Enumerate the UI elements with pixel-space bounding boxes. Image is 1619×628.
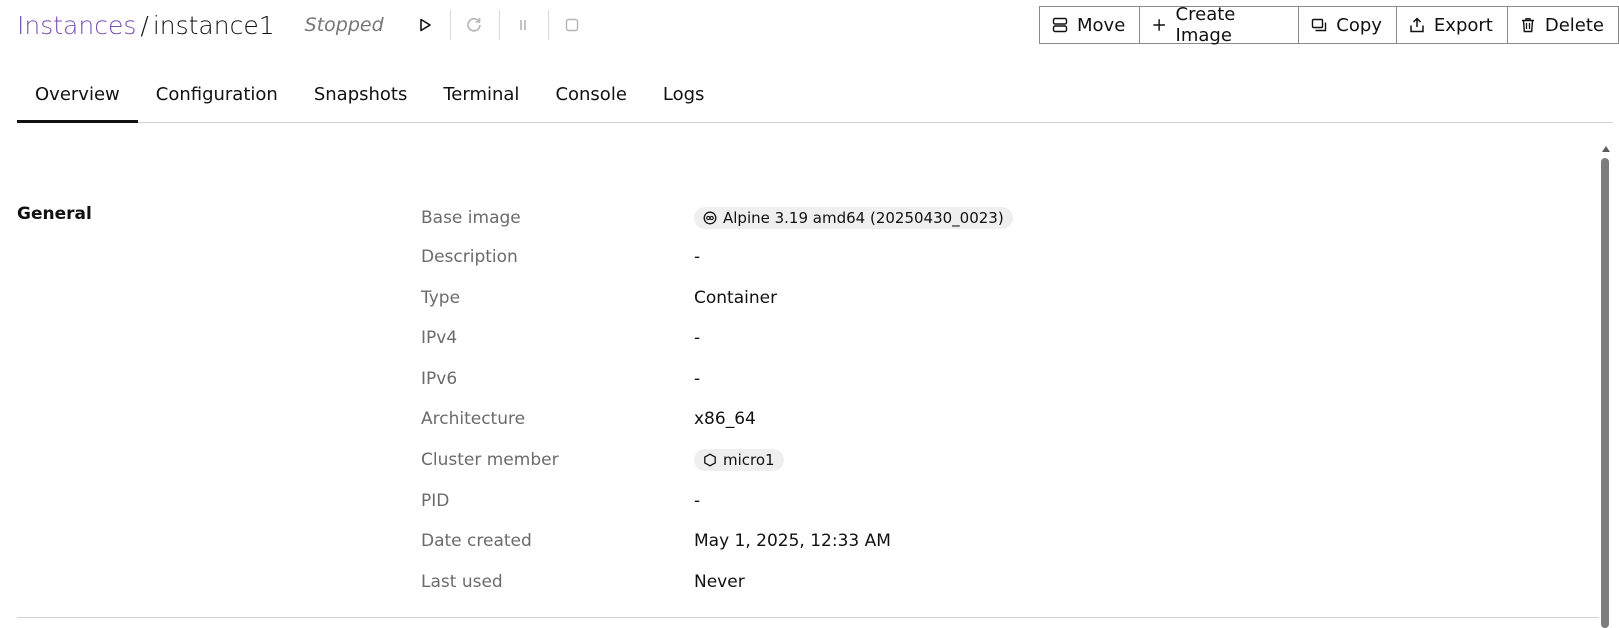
instance-controls bbox=[410, 10, 591, 40]
copy-icon bbox=[1312, 18, 1327, 32]
page-title: instance1 bbox=[152, 10, 275, 40]
stop-button[interactable] bbox=[557, 10, 587, 40]
detail-row-ipv4: IPv4 - bbox=[421, 323, 700, 353]
controls-divider bbox=[498, 10, 500, 40]
architecture-value: x86_64 bbox=[694, 409, 756, 429]
export-button[interactable]: Export bbox=[1397, 7, 1508, 43]
plus-icon bbox=[1153, 19, 1166, 31]
detail-label: Last used bbox=[421, 572, 503, 592]
detail-row-last-used: Last used Never bbox=[421, 567, 745, 597]
pause-button[interactable] bbox=[508, 10, 538, 40]
base-image-value: Alpine 3.19 amd64 (20250430_0023) bbox=[723, 209, 1004, 227]
detail-label: PID bbox=[421, 491, 450, 511]
tab-label: Configuration bbox=[155, 84, 278, 105]
tab-logs[interactable]: Logs bbox=[645, 72, 723, 122]
detail-row-pid: PID - bbox=[421, 486, 700, 516]
move-button[interactable]: Move bbox=[1040, 7, 1141, 43]
move-button-label: Move bbox=[1077, 14, 1126, 36]
section-divider bbox=[17, 617, 1599, 618]
trash-icon bbox=[1521, 18, 1534, 33]
breadcrumb-instances-link[interactable]: Instances bbox=[17, 11, 136, 40]
pid-value: - bbox=[694, 491, 701, 511]
play-icon bbox=[419, 18, 431, 32]
base-image-chip[interactable]: Alpine 3.19 amd64 (20250430_0023) bbox=[694, 207, 1013, 229]
date-created-value: May 1, 2025, 12:33 AM bbox=[694, 531, 891, 551]
detail-label: Cluster member bbox=[421, 450, 559, 470]
detail-row-type: Type Container bbox=[421, 283, 777, 313]
detail-row-base-image: Base image Alpine 3.19 amd64 (20250430_0… bbox=[421, 203, 1013, 233]
restart-icon bbox=[466, 18, 481, 32]
create-image-button[interactable]: Create Image bbox=[1140, 4, 1300, 46]
type-value: Container bbox=[694, 288, 778, 308]
tab-label: Logs bbox=[662, 84, 705, 105]
tab-overview[interactable]: Overview bbox=[17, 72, 138, 123]
description-value: - bbox=[694, 247, 701, 267]
image-icon bbox=[703, 211, 717, 225]
tab-label: Console bbox=[555, 84, 627, 105]
delete-button[interactable]: Delete bbox=[1508, 7, 1618, 43]
scrollbar-thumb[interactable] bbox=[1601, 158, 1609, 628]
tab-label: Overview bbox=[35, 84, 120, 105]
detail-row-architecture: Architecture x86_64 bbox=[421, 404, 756, 434]
pause-icon bbox=[519, 20, 526, 30]
detail-row-date-created: Date created May 1, 2025, 12:33 AM bbox=[421, 526, 891, 556]
status-label: Stopped bbox=[304, 14, 384, 36]
scroll-up-arrow[interactable] bbox=[1602, 146, 1610, 152]
breadcrumb-separator: / bbox=[140, 10, 149, 40]
detail-label: Date created bbox=[421, 531, 532, 551]
tab-label: Snapshots bbox=[313, 84, 408, 105]
detail-row-description: Description - bbox=[421, 242, 700, 272]
last-used-value: Never bbox=[694, 572, 745, 592]
stop-icon bbox=[565, 18, 578, 32]
scrollbar[interactable] bbox=[1599, 140, 1613, 628]
start-button[interactable] bbox=[410, 10, 440, 40]
action-button-group: Move Create Image Copy Export Delete bbox=[1039, 4, 1619, 46]
ipv4-value: - bbox=[694, 328, 701, 348]
detail-row-cluster-member: Cluster member micro1 bbox=[421, 445, 784, 475]
cluster-member-value: micro1 bbox=[723, 451, 775, 469]
export-button-label: Export bbox=[1433, 14, 1493, 36]
export-icon bbox=[1410, 17, 1424, 33]
cluster-member-chip[interactable]: micro1 bbox=[694, 449, 784, 471]
controls-divider bbox=[449, 10, 451, 40]
create-image-button-label: Create Image bbox=[1175, 4, 1236, 46]
detail-label: Architecture bbox=[421, 409, 526, 429]
detail-label: Type bbox=[421, 288, 461, 308]
copy-button[interactable]: Copy bbox=[1299, 7, 1397, 43]
ipv6-value: - bbox=[694, 369, 701, 389]
tab-terminal[interactable]: Terminal bbox=[425, 72, 537, 122]
tab-label: Terminal bbox=[443, 84, 520, 105]
controls-divider bbox=[547, 10, 549, 40]
tab-configuration[interactable]: Configuration bbox=[138, 72, 296, 122]
detail-label: IPv6 bbox=[421, 369, 458, 389]
restart-button[interactable] bbox=[459, 10, 489, 40]
section-title-general: General bbox=[17, 204, 92, 224]
detail-label: IPv4 bbox=[421, 328, 458, 348]
cluster-member-icon bbox=[704, 453, 716, 467]
tab-snapshots[interactable]: Snapshots bbox=[296, 72, 426, 122]
detail-label: Base image bbox=[421, 208, 521, 228]
server-icon bbox=[1052, 17, 1068, 33]
copy-button-label: Copy bbox=[1336, 14, 1382, 36]
detail-row-ipv6: IPv6 - bbox=[421, 364, 700, 394]
tab-console[interactable]: Console bbox=[537, 72, 644, 122]
tab-bar: Overview Configuration Snapshots Termina… bbox=[17, 72, 1613, 123]
detail-label: Description bbox=[421, 247, 518, 267]
delete-button-label: Delete bbox=[1544, 14, 1604, 36]
page-header: Instances / instance1 Stopped bbox=[17, 0, 591, 50]
